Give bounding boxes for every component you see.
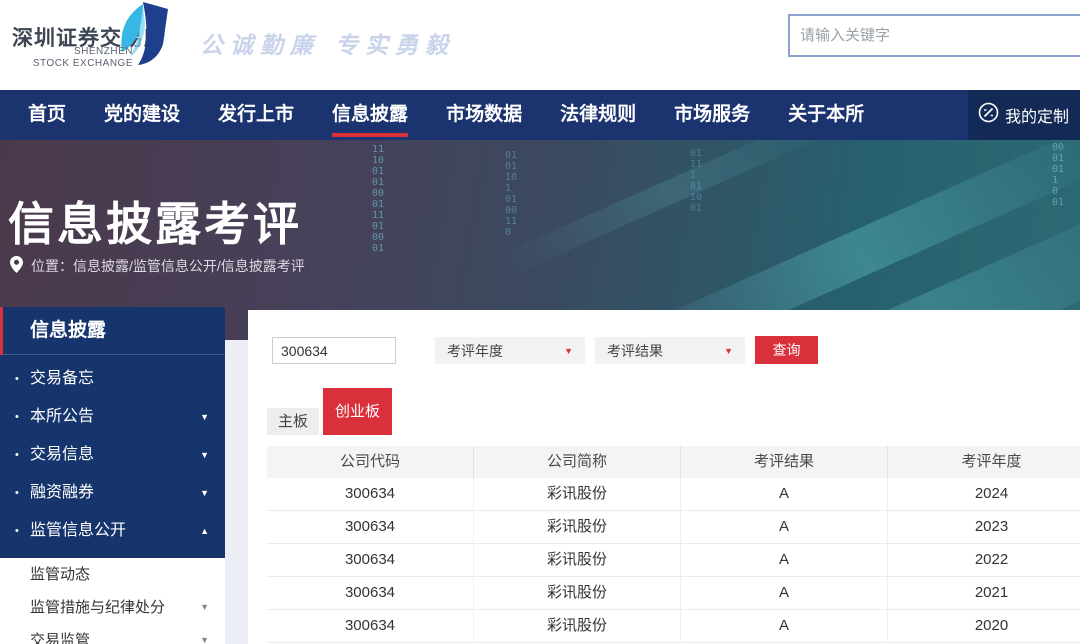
- nav-item[interactable]: 首页: [28, 90, 66, 140]
- table-row[interactable]: 300634 彩讯股份 A 2021: [267, 577, 1080, 610]
- table-cell: A: [681, 511, 888, 543]
- caret-down-icon: ▼: [724, 345, 733, 356]
- sidebar-item[interactable]: 融资融券 ▼: [0, 474, 225, 512]
- nav-item[interactable]: 法律规则: [560, 90, 636, 140]
- board-tabs: 主板 创业板: [267, 388, 393, 435]
- nav-item[interactable]: 市场数据: [446, 90, 522, 140]
- nav-item[interactable]: 市场服务: [674, 90, 750, 140]
- my-custom-button[interactable]: 我的定制: [968, 90, 1080, 140]
- nav-item[interactable]: 发行上市: [218, 90, 294, 140]
- sidebar-item[interactable]: 监管信息公开 ▲: [0, 512, 225, 550]
- table-row[interactable]: 300634 彩讯股份 A 2024: [267, 478, 1080, 511]
- table-cell: 300634: [267, 511, 474, 543]
- chevron-down-icon: ▼: [200, 450, 209, 460]
- assessment-year-dropdown[interactable]: 考评年度 ▼: [435, 337, 585, 364]
- table-cell: 彩讯股份: [474, 478, 681, 510]
- location-pin-icon: [10, 256, 23, 276]
- table-body: 300634 彩讯股份 A 2024 300634 彩讯股份 A 2023 300634 彩讯股份…: [267, 478, 1080, 643]
- table-cell: 2020: [974, 617, 1009, 634]
- sidebar-items: 交易备忘本所公告 ▼ 交易信息 ▼ 融资融券 ▼ 监管信息公开 ▲: [0, 355, 225, 558]
- binary-decoration: 01 11 1 01 10 01: [690, 148, 703, 214]
- table-cell: 彩讯股份: [474, 511, 681, 543]
- slogan-text: 公诚勤廉 专实勇毅: [200, 32, 456, 59]
- table-cell: 300634: [267, 478, 474, 510]
- table-header-row: 公司代码 公司简称 考评结果 考评年度: [267, 446, 1080, 478]
- sidebar-subitem-label: 交易监管: [30, 632, 91, 644]
- table-cell: 彩讯股份: [474, 544, 681, 576]
- page-title: 信息披露考评: [8, 198, 302, 250]
- column-header: 公司代码: [267, 446, 474, 478]
- site-search-input[interactable]: [788, 14, 1080, 57]
- binary-decoration: 00 01 01 1 0 01: [1052, 142, 1065, 208]
- szse-page: 深圳证券交易所 SHENZHEN STOCK EXCHANGE 公诚勤廉 专实勇…: [0, 0, 1080, 644]
- table-cell: 300634: [267, 577, 474, 609]
- sidebar-subitem[interactable]: 监管动态: [0, 558, 225, 591]
- sidebar-subitems: 监管动态监管措施与纪律处分 ▼ 交易监管 ▼: [0, 558, 225, 644]
- chevron-down-icon: ▼: [200, 488, 209, 498]
- table-cell: 2022: [974, 551, 1009, 568]
- table-cell: 300634: [267, 610, 474, 642]
- sidebar-item-label: 交易备忘: [30, 370, 95, 387]
- table-cell: 2024: [974, 485, 1009, 502]
- chevron-down-icon: ▼: [200, 412, 209, 422]
- nav-item[interactable]: 党的建设: [104, 90, 180, 140]
- nav-item[interactable]: 关于本所: [788, 90, 864, 140]
- nav-item[interactable]: 信息披露: [332, 90, 409, 140]
- breadcrumb: 位置：信息披露/监管信息公开/信息披露考评: [10, 256, 305, 276]
- board-tab[interactable]: 创业板: [323, 388, 393, 435]
- sidebar-item[interactable]: 交易备忘: [0, 360, 225, 398]
- sidebar-title: 信息披露: [0, 307, 225, 355]
- main-nav: 首页 党的建设 发行上市 信息披露 市场数据 法律规则 市场服务 关于本所: [0, 90, 1080, 140]
- sidebar-item-label: 交易信息: [30, 446, 95, 463]
- sidebar-subitem[interactable]: 交易监管 ▼: [0, 624, 225, 644]
- column-header: 考评结果: [681, 446, 888, 478]
- sidebar-item-label: 融资融券: [30, 484, 95, 501]
- assessment-year-label: 考评年度: [447, 342, 503, 359]
- table-cell: 300634: [267, 544, 474, 576]
- content-panel: 考评年度 ▼ 考评结果 ▼ 查询 主板创业板 公司代码公司简称考评结果考评年度 …: [248, 310, 1080, 644]
- customize-pencil-icon: [978, 102, 999, 128]
- column-header: 考评年度: [961, 453, 1022, 470]
- sidebar-subitem-label: 监管动态: [30, 566, 91, 583]
- table-cell: 彩讯股份: [474, 577, 681, 609]
- table-row[interactable]: 300634 彩讯股份 A 2022: [267, 544, 1080, 577]
- stock-code-input[interactable]: [272, 337, 396, 364]
- table-cell: 2023: [974, 518, 1009, 535]
- table-cell: A: [681, 478, 888, 510]
- sidebar-subitem-label: 监管措施与纪律处分: [30, 599, 166, 616]
- sidebar-item-label: 本所公告: [30, 408, 95, 425]
- board-tab[interactable]: 主板: [267, 408, 320, 435]
- assessment-table: 公司代码 公司简称 考评结果 考评年度 300634 彩讯股份 A 2024 300634 彩讯…: [267, 446, 1080, 643]
- chevron-down-icon: ▼: [200, 602, 209, 612]
- content-gap: [225, 340, 248, 644]
- sidebar-subitem[interactable]: 监管措施与纪律处分 ▼: [0, 591, 225, 624]
- logo-text-en: SHENZHEN STOCK EXCHANGE: [32, 46, 133, 69]
- my-custom-label: 我的定制: [1005, 109, 1070, 126]
- sidebar-item[interactable]: 交易信息 ▼: [0, 436, 225, 474]
- table-cell: A: [681, 544, 888, 576]
- binary-decoration: 11 10 01 01 00 01 11 01 00 01: [372, 144, 385, 254]
- table-row[interactable]: 300634 彩讯股份 A 2023: [267, 511, 1080, 544]
- breadcrumb-text: 位置：信息披露/监管信息公开/信息披露考评: [31, 258, 305, 274]
- query-button[interactable]: 查询: [755, 336, 818, 364]
- table-cell: 2021: [974, 584, 1009, 601]
- caret-down-icon: ▼: [564, 345, 573, 356]
- sidebar: 信息披露 交易备忘本所公告 ▼ 交易信息 ▼ 融资融券 ▼ 监管信息公开 ▲ 监管动态监管措施…: [0, 307, 225, 644]
- assessment-result-dropdown[interactable]: 考评结果 ▼: [595, 337, 745, 364]
- table-cell: A: [681, 610, 888, 642]
- table-cell: 彩讯股份: [474, 610, 681, 642]
- chevron-up-icon: ▲: [200, 526, 209, 536]
- binary-decoration: 01 01 10 1 01 00 11 0: [505, 150, 518, 238]
- sidebar-item-label: 监管信息公开: [30, 522, 127, 539]
- site-header: 深圳证券交易所 SHENZHEN STOCK EXCHANGE 公诚勤廉 专实勇…: [0, 0, 1080, 90]
- column-header: 公司简称: [474, 446, 681, 478]
- assessment-result-label: 考评结果: [607, 342, 663, 359]
- table-cell: A: [681, 577, 888, 609]
- chevron-down-icon: ▼: [200, 635, 209, 644]
- sidebar-item[interactable]: 本所公告 ▼: [0, 398, 225, 436]
- table-row[interactable]: 300634 彩讯股份 A 2020: [267, 610, 1080, 643]
